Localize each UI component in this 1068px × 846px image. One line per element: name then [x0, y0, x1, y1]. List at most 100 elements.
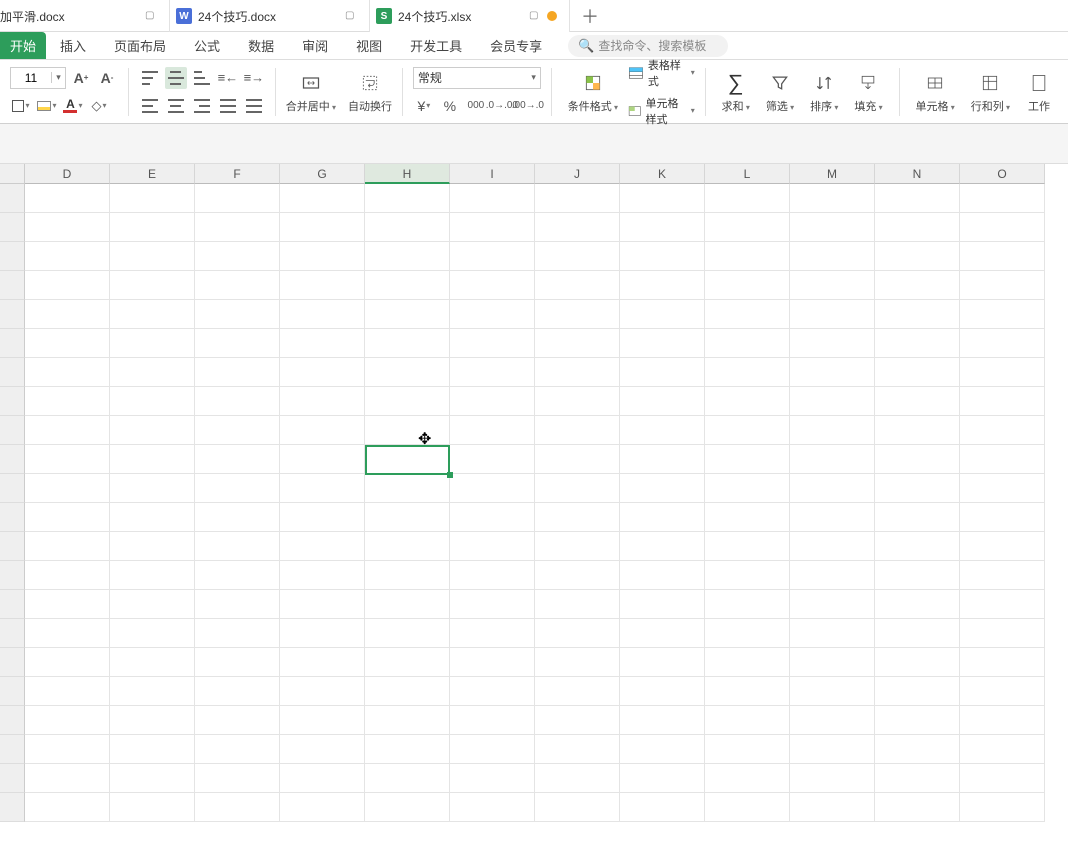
cell[interactable]	[195, 300, 280, 329]
cell[interactable]	[620, 213, 705, 242]
new-tab-button[interactable]: ＋	[570, 0, 610, 31]
cell[interactable]	[25, 213, 110, 242]
row-header[interactable]	[0, 242, 25, 271]
increase-indent-button[interactable]: ≡→	[243, 67, 265, 89]
cell[interactable]	[450, 735, 535, 764]
cell[interactable]	[195, 677, 280, 706]
cell[interactable]	[705, 184, 790, 213]
cell[interactable]	[960, 416, 1045, 445]
cell[interactable]	[960, 677, 1045, 706]
cell[interactable]	[705, 561, 790, 590]
cell[interactable]	[110, 619, 195, 648]
cell[interactable]	[960, 532, 1045, 561]
cell[interactable]	[620, 764, 705, 793]
fill-color-button[interactable]	[36, 95, 58, 117]
sum-button[interactable]: ∑ 求和	[716, 70, 756, 114]
cell[interactable]	[195, 358, 280, 387]
cell[interactable]	[280, 532, 365, 561]
cell[interactable]	[535, 619, 620, 648]
align-bottom-button[interactable]	[191, 67, 213, 89]
cell[interactable]	[620, 474, 705, 503]
cell[interactable]	[280, 590, 365, 619]
row-header[interactable]	[0, 184, 25, 213]
cell[interactable]	[620, 358, 705, 387]
cell[interactable]	[960, 184, 1045, 213]
decrease-font-button[interactable]: A-	[96, 67, 118, 89]
cell[interactable]	[960, 764, 1045, 793]
cell[interactable]	[110, 503, 195, 532]
cell[interactable]	[365, 271, 450, 300]
menu-dev-tools[interactable]: 开发工具	[396, 32, 476, 59]
cell[interactable]	[25, 300, 110, 329]
cell[interactable]	[110, 445, 195, 474]
merge-center-button[interactable]: 合并居中	[280, 70, 342, 114]
cell[interactable]	[280, 271, 365, 300]
cell[interactable]	[365, 561, 450, 590]
cell[interactable]	[25, 590, 110, 619]
tab-screen-icon[interactable]: ▢	[345, 10, 357, 22]
cell[interactable]	[450, 184, 535, 213]
align-left-button[interactable]	[139, 95, 161, 117]
row-header[interactable]	[0, 474, 25, 503]
spreadsheet-grid[interactable]: DEFGHIJKLMNO ✥	[0, 164, 1068, 822]
cell[interactable]	[280, 706, 365, 735]
cell[interactable]	[280, 329, 365, 358]
cells-button[interactable]: 单元格	[909, 70, 960, 114]
cell[interactable]	[365, 706, 450, 735]
cell[interactable]	[280, 416, 365, 445]
cell[interactable]	[365, 532, 450, 561]
menu-page-layout[interactable]: 页面布局	[100, 32, 180, 59]
row-header[interactable]	[0, 735, 25, 764]
cell[interactable]	[875, 532, 960, 561]
cell[interactable]	[450, 677, 535, 706]
filter-button[interactable]: 筛选	[760, 70, 800, 114]
cell[interactable]	[195, 445, 280, 474]
cell[interactable]	[195, 561, 280, 590]
cell[interactable]	[25, 735, 110, 764]
cell[interactable]	[365, 764, 450, 793]
cell[interactable]	[450, 706, 535, 735]
cell[interactable]	[705, 474, 790, 503]
row-header[interactable]	[0, 213, 25, 242]
cell[interactable]	[705, 271, 790, 300]
cell[interactable]	[110, 474, 195, 503]
cell[interactable]	[960, 735, 1045, 764]
cell[interactable]	[705, 358, 790, 387]
cell[interactable]	[535, 648, 620, 677]
cell[interactable]	[365, 242, 450, 271]
cell[interactable]	[280, 648, 365, 677]
cell[interactable]	[705, 706, 790, 735]
cell[interactable]	[620, 619, 705, 648]
align-right-button[interactable]	[191, 95, 213, 117]
cell[interactable]	[875, 735, 960, 764]
cell[interactable]	[365, 474, 450, 503]
cell[interactable]	[110, 271, 195, 300]
percent-button[interactable]: %	[439, 95, 461, 117]
cell[interactable]	[875, 619, 960, 648]
distribute-button[interactable]	[243, 95, 265, 117]
cell[interactable]	[365, 677, 450, 706]
cell[interactable]	[110, 706, 195, 735]
cell[interactable]	[960, 329, 1045, 358]
cell[interactable]	[280, 300, 365, 329]
cell[interactable]	[365, 213, 450, 242]
cell[interactable]	[875, 416, 960, 445]
cell[interactable]	[960, 793, 1045, 822]
cell[interactable]	[110, 213, 195, 242]
cell[interactable]	[25, 387, 110, 416]
tab-doc-2[interactable]: W 24个技巧.docx ▢	[170, 0, 370, 32]
conditional-format-button[interactable]: 条件格式	[562, 70, 624, 114]
row-header[interactable]	[0, 590, 25, 619]
menu-review[interactable]: 审阅	[288, 32, 342, 59]
cell[interactable]	[705, 416, 790, 445]
cell[interactable]	[705, 503, 790, 532]
cell[interactable]	[450, 242, 535, 271]
cell[interactable]	[365, 300, 450, 329]
cell[interactable]	[535, 793, 620, 822]
row-header[interactable]	[0, 793, 25, 822]
cell[interactable]	[365, 793, 450, 822]
cell[interactable]	[450, 532, 535, 561]
cell[interactable]	[960, 300, 1045, 329]
menu-data[interactable]: 数据	[234, 32, 288, 59]
cell[interactable]	[620, 793, 705, 822]
